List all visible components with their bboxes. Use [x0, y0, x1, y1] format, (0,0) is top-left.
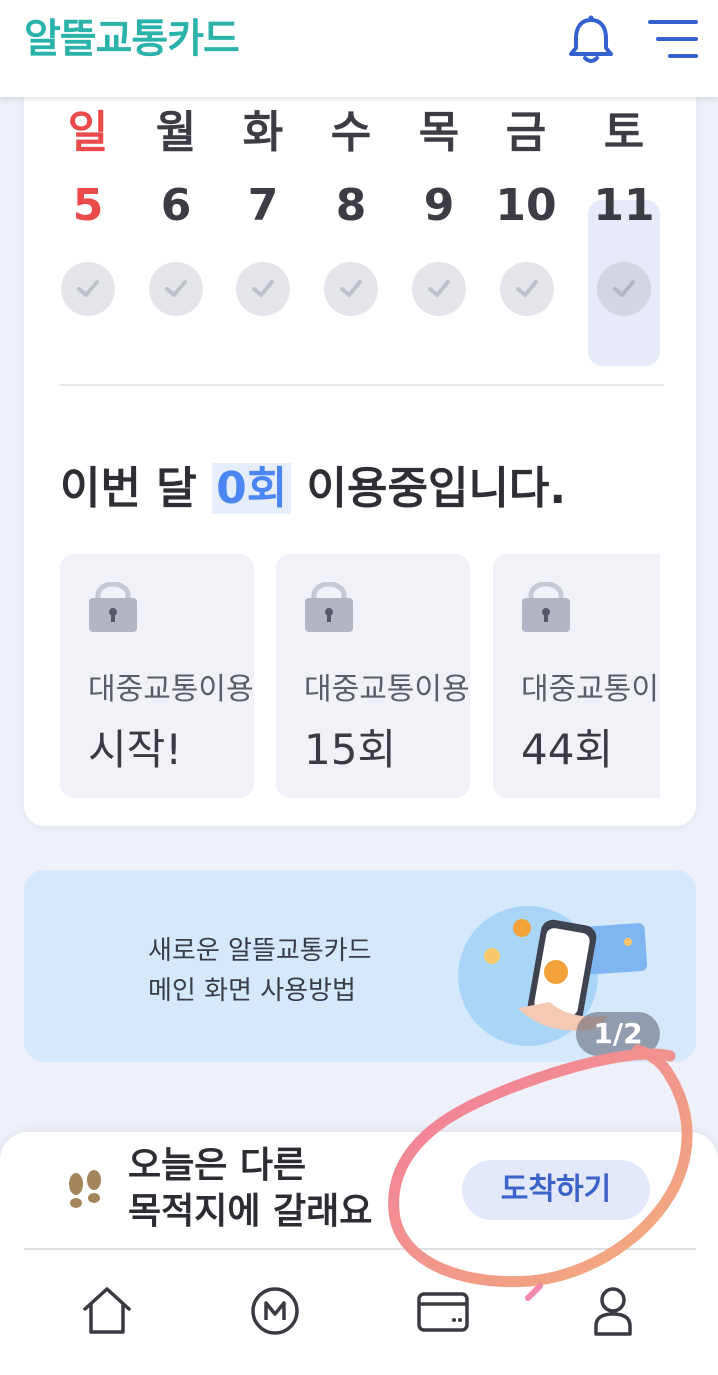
check-icon	[412, 262, 466, 316]
badge-title: 대중교통이용	[304, 672, 470, 707]
sheet-divider	[24, 1248, 696, 1250]
achievement-badges: 대중교통이용 시작! 대중교통이용 15회 대중교통이용 44회	[60, 554, 660, 800]
date-number[interactable]: 11	[580, 180, 668, 231]
home-icon[interactable]	[80, 1284, 134, 1338]
weekday-label: 금	[505, 107, 547, 158]
guide-banner[interactable]: 새로운 알뜰교통카드 메인 화면 사용방법 1/2	[24, 870, 696, 1062]
date-number[interactable]: 10	[482, 180, 570, 231]
badge-card[interactable]: 대중교통이용 44회	[493, 554, 660, 798]
banner-line1: 새로운 알뜰교통카드	[148, 936, 372, 966]
date-number[interactable]: 9	[395, 180, 483, 231]
date-number[interactable]: 8	[307, 180, 395, 231]
weekday-label: 토	[603, 107, 645, 158]
banner-page-indicator: 1/2	[576, 1012, 660, 1056]
badge-value: 15회	[304, 725, 397, 774]
app-header: 알뜰교통카드	[0, 0, 718, 97]
mileage-icon[interactable]	[248, 1284, 302, 1338]
check-icon	[149, 262, 203, 316]
weekday-label: 월	[155, 107, 197, 158]
badge-card[interactable]: 대중교통이용 15회	[276, 554, 470, 798]
lock-icon	[305, 582, 353, 632]
date-number[interactable]: 6	[132, 180, 220, 231]
bottom-sheet: 오늘은 다른 목적지에 갈래요 도착하기	[0, 1132, 718, 1375]
weekday-label: 수	[330, 107, 372, 158]
weekday-label: 목	[418, 107, 460, 158]
usage-count: 0회	[212, 463, 292, 514]
weekday-label: 일	[67, 107, 109, 158]
banner-line2: 메인 화면 사용방법	[148, 976, 356, 1006]
badge-title: 대중교통이용	[88, 672, 254, 707]
app-logo[interactable]: 알뜰교통카드	[24, 6, 240, 64]
monthly-usage-text: 이번 달 0회 이용중입니다.	[60, 452, 566, 516]
badge-value: 시작!	[88, 725, 183, 774]
weekly-calendar: 일 월 화 수 목 금 토 5 6 7 8 9 10 11	[52, 96, 668, 366]
weekday-label: 화	[242, 107, 284, 158]
lock-icon	[522, 582, 570, 632]
destination-prompt-line2: 목적지에 갈래요	[128, 1191, 373, 1232]
bell-icon[interactable]	[566, 14, 616, 66]
badge-title: 대중교통이용	[521, 672, 660, 707]
check-icon	[61, 262, 115, 316]
hamburger-menu-icon[interactable]	[648, 18, 698, 60]
check-icon	[500, 262, 554, 316]
destination-prompt-line1: 오늘은 다른	[128, 1145, 307, 1186]
badge-card[interactable]: 대중교통이용 시작!	[60, 554, 254, 798]
section-divider	[60, 384, 664, 386]
arrive-button[interactable]: 도착하기	[462, 1160, 650, 1220]
profile-icon[interactable]	[586, 1284, 640, 1338]
card-icon[interactable]	[416, 1284, 470, 1338]
footprints-icon	[69, 1170, 101, 1208]
date-number[interactable]: 7	[219, 180, 307, 231]
date-number[interactable]: 5	[44, 180, 132, 231]
check-icon	[597, 262, 651, 316]
usage-prefix: 이번 달	[60, 463, 197, 514]
check-icon	[324, 262, 378, 316]
lock-icon	[89, 582, 137, 632]
badge-value: 44회	[521, 725, 614, 774]
attendance-card: 일 월 화 수 목 금 토 5 6 7 8 9 10 11 이번 달 0회 이용…	[24, 60, 696, 826]
check-icon	[236, 262, 290, 316]
usage-suffix: 이용중입니다.	[306, 463, 567, 514]
